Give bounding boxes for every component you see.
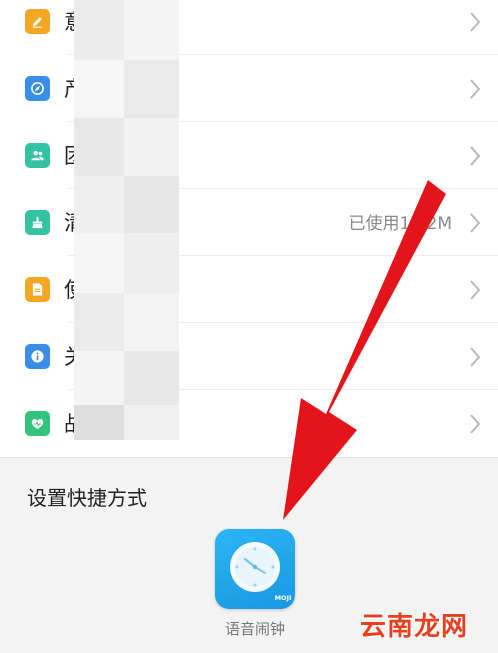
chevron-right-icon	[470, 12, 481, 32]
compass-icon	[25, 76, 50, 101]
chevron-right-icon	[470, 347, 481, 367]
chevron-right-icon	[470, 146, 481, 166]
chevron-right-icon	[470, 280, 481, 300]
alarm-clock-icon: MOJI	[230, 542, 292, 602]
people-icon	[25, 143, 50, 168]
app-label: 语音闹钟	[224, 620, 285, 638]
heart-icon	[25, 411, 50, 436]
edit-icon	[25, 9, 50, 34]
chevron-right-icon	[470, 213, 481, 233]
voice-alarm-app-icon[interactable]: MOJI	[215, 529, 295, 609]
watermark: 云南龙网	[360, 612, 469, 642]
chevron-right-icon	[470, 79, 481, 99]
settings-list: 意 产 团 清 已使用17.2M 使	[0, 0, 498, 457]
chevron-right-icon	[470, 414, 481, 434]
broom-icon	[25, 210, 50, 235]
info-icon	[25, 344, 50, 369]
app-badge: MOJI	[275, 594, 292, 602]
cache-size-value: 已使用17.2M	[348, 214, 452, 234]
document-icon	[25, 277, 50, 302]
privacy-blur-mask	[74, 0, 179, 440]
shortcut-panel-title: 设置快捷方式	[27, 486, 147, 510]
